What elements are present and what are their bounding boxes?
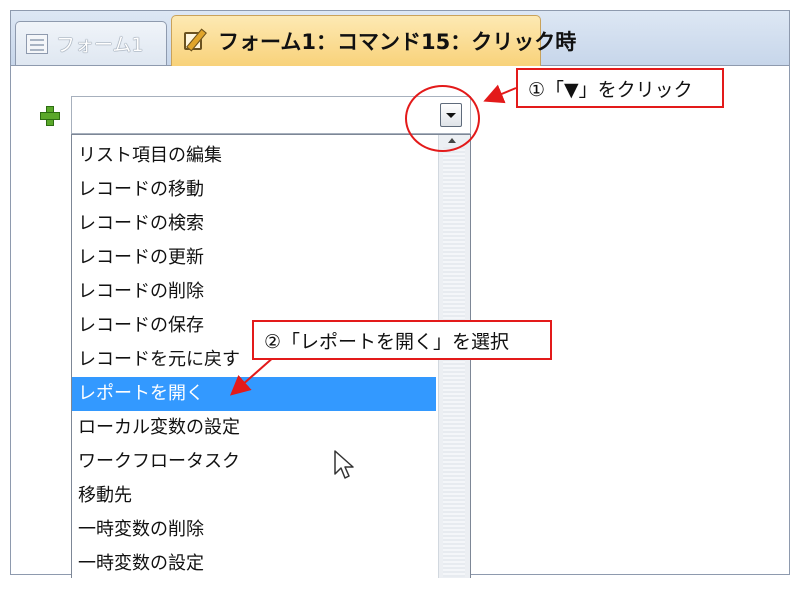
annotation-text: ①「▼」をクリック	[528, 78, 693, 101]
annotation-callout-step2: ②「レポートを開く」を選択	[252, 320, 552, 360]
action-list-item[interactable]: 一時変数の削除	[72, 513, 436, 547]
action-list-item[interactable]: レコードの更新	[72, 241, 436, 275]
form-icon	[26, 33, 48, 54]
add-action-icon[interactable]	[40, 106, 60, 126]
scroll-track[interactable]	[443, 147, 465, 577]
tab-macro-command15-click[interactable]: フォーム1：コマンド15：クリック時	[171, 15, 576, 66]
annotation-text: ②「レポートを開く」を選択	[264, 330, 510, 353]
annotation-callout-step1: ①「▼」をクリック	[516, 68, 724, 108]
action-list-item[interactable]: リスト項目の編集	[72, 139, 436, 173]
tab-label: フォーム1：コマンド15：クリック時	[218, 30, 577, 54]
mouse-cursor-icon	[334, 450, 354, 479]
annotation-highlight-ring	[405, 85, 480, 152]
action-list-item[interactable]: ワークフロータスク	[72, 445, 436, 479]
macro-icon	[182, 28, 208, 54]
action-list-item[interactable]: レポートを開く	[72, 377, 436, 411]
action-list-item[interactable]: 一時変数の設定	[72, 547, 436, 578]
tab-label: フォーム1	[56, 34, 144, 56]
tab-form1[interactable]: フォーム1	[15, 21, 167, 65]
action-list-item[interactable]: レコードの検索	[72, 207, 436, 241]
action-list-item[interactable]: 移動先	[72, 479, 436, 513]
action-list-item[interactable]: レコードの削除	[72, 275, 436, 309]
action-list-item[interactable]: ローカル変数の設定	[72, 411, 436, 445]
action-list-item[interactable]: レコードの移動	[72, 173, 436, 207]
document-tab-strip: フォーム1 フォーム1：コマンド15：クリック時	[11, 11, 789, 66]
